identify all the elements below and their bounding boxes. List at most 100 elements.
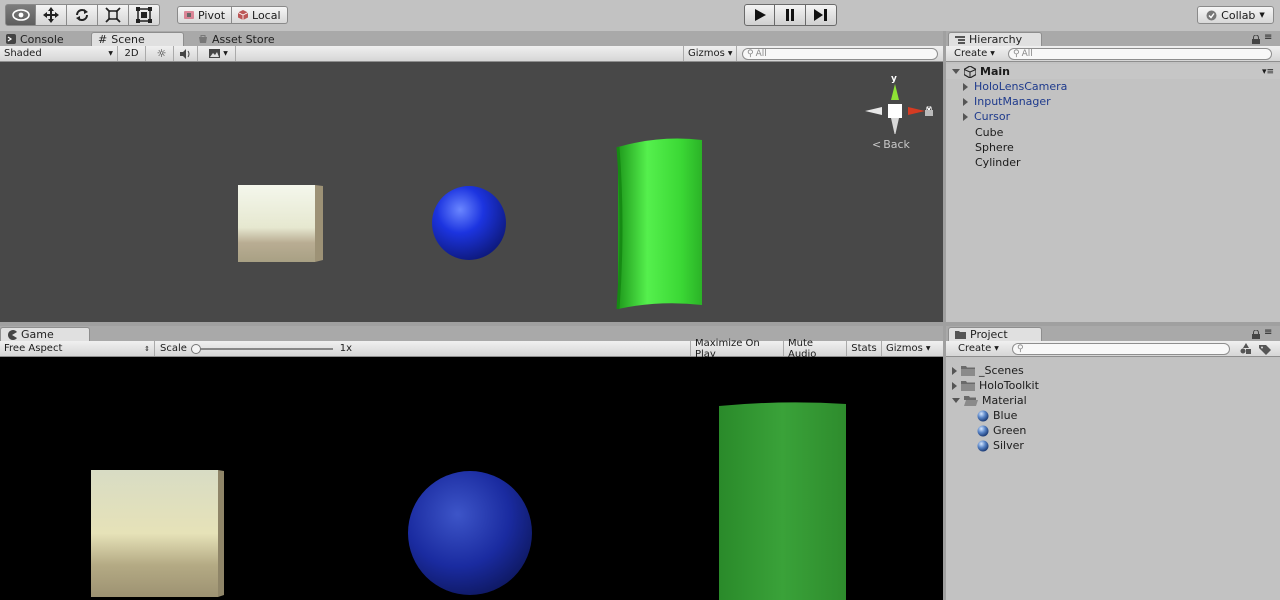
effects-dropdown[interactable]: ▼ (202, 46, 236, 61)
game-gizmos-dropdown[interactable]: Gizmos ▼ (882, 341, 943, 356)
scene-cylinder[interactable] (616, 138, 702, 310)
view-tool-button[interactable] (5, 4, 36, 26)
scene-panel: Console # Scene Asset Store Shaded ▼ 2D … (0, 31, 943, 322)
scene-viewport[interactable]: y x < Back (0, 62, 943, 322)
expand-triangle-icon[interactable] (963, 97, 968, 106)
hierarchy-create-label: Create (954, 48, 988, 59)
lock-icon[interactable] (1252, 35, 1260, 44)
project-tabstrip: Project ≡ (946, 326, 1280, 341)
shading-mode-dropdown[interactable]: Shaded ▼ (0, 46, 118, 61)
scale-icon (105, 7, 121, 23)
hierarchy-item[interactable]: Cursor (963, 109, 1010, 124)
tab-scene-label: Scene (111, 33, 145, 46)
local-cube-icon (238, 10, 249, 20)
project-folder-row[interactable]: Material (952, 393, 1027, 408)
main-toolbar: Pivot Local Collab ▼ (0, 0, 1280, 31)
filter-type-icon[interactable] (1240, 343, 1252, 355)
stats-toggle[interactable]: Stats (847, 341, 882, 356)
scene-options-icon[interactable]: ▾≡ (1262, 67, 1274, 77)
scale-slider-handle[interactable] (190, 343, 201, 354)
project-create-dropdown[interactable]: Create ▼ (954, 341, 1004, 356)
tab-console[interactable]: Console (0, 32, 70, 46)
unity-scene-icon (964, 65, 976, 78)
panel-menu-icon[interactable]: ≡ (1264, 327, 1272, 338)
filter-label-icon[interactable] (1259, 343, 1271, 355)
project-material-label: Silver (993, 439, 1024, 452)
project-material-row[interactable]: Silver (977, 438, 1024, 453)
hierarchy-item[interactable]: InputManager (963, 94, 1051, 109)
tab-game[interactable]: Game (0, 327, 90, 341)
tab-hierarchy-label: Hierarchy (969, 33, 1023, 46)
pivot-button[interactable]: Pivot (177, 6, 233, 24)
material-sphere-icon (977, 425, 989, 436)
hierarchy-item[interactable]: Cube (975, 125, 1003, 140)
lock-icon[interactable] (1252, 330, 1260, 339)
project-material-row[interactable]: Green (977, 423, 1026, 438)
tab-asset-store-label: Asset Store (212, 32, 275, 46)
audio-toggle-button[interactable] (174, 46, 198, 61)
scene-search-placeholder: All (755, 49, 767, 59)
step-button[interactable] (806, 4, 837, 26)
toggle-2d-button[interactable]: 2D (118, 46, 146, 61)
updown-icon: ⇕ (144, 344, 150, 353)
local-label: Local (252, 8, 281, 22)
sun-icon: ☼ (156, 47, 167, 60)
gizmo-back-button[interactable]: < Back (872, 138, 910, 151)
expand-triangle-icon[interactable] (952, 398, 960, 403)
rect-tool-button[interactable] (129, 4, 160, 26)
aspect-dropdown[interactable]: Free Aspect ⇕ (0, 341, 155, 356)
lighting-toggle-button[interactable]: ☼ (150, 46, 174, 61)
tab-asset-store[interactable]: Asset Store (192, 32, 281, 46)
scene-search-input[interactable]: ⚲ All (742, 48, 938, 60)
scene-sphere[interactable] (432, 186, 506, 260)
tab-project[interactable]: Project (948, 327, 1042, 341)
hierarchy-item[interactable]: HoloLensCamera (963, 79, 1067, 94)
eye-icon (11, 9, 30, 21)
project-folder-row[interactable]: _Scenes (952, 363, 1024, 378)
hierarchy-create-dropdown[interactable]: Create ▼ (950, 46, 1002, 61)
scale-tool-button[interactable] (98, 4, 129, 26)
project-search-input[interactable]: ⚲ (1012, 343, 1230, 355)
tab-hierarchy[interactable]: Hierarchy (948, 32, 1042, 46)
toggle-2d-label: 2D (124, 48, 139, 59)
maximize-on-play-toggle[interactable]: Maximize On Play (690, 338, 784, 360)
expand-triangle-icon[interactable] (952, 69, 960, 74)
panel-menu-icon[interactable]: ≡ (1264, 32, 1272, 43)
play-button[interactable] (744, 4, 775, 26)
gizmo-back-label: Back (883, 138, 910, 151)
rect-transform-icon (136, 7, 152, 23)
lock-icon[interactable] (925, 106, 933, 116)
orientation-gizmo[interactable]: y x < Back (860, 74, 935, 154)
axis-gizmo-graphic (865, 84, 925, 136)
scene-root-row[interactable]: Main ▾≡ (946, 64, 1280, 79)
scale-slider[interactable] (190, 343, 333, 354)
collab-button[interactable]: Collab ▼ (1197, 6, 1274, 24)
tab-scene[interactable]: # Scene (91, 32, 184, 46)
chevron-down-icon: ▼ (994, 345, 999, 352)
hierarchy-item[interactable]: Sphere (975, 140, 1014, 155)
chevron-down-icon: ▼ (223, 50, 228, 57)
scene-gizmos-dropdown[interactable]: Gizmos ▼ (683, 46, 737, 61)
expand-triangle-icon[interactable] (963, 112, 968, 121)
pivot-label: Pivot (198, 8, 226, 22)
hierarchy-item[interactable]: Cylinder (975, 155, 1021, 170)
scale-value: 1x (339, 343, 352, 354)
chevron-down-icon: ▼ (1259, 11, 1265, 19)
mute-audio-toggle[interactable]: Mute Audio (784, 338, 847, 360)
expand-triangle-icon[interactable] (963, 82, 968, 91)
rotate-tool-button[interactable] (67, 4, 98, 26)
move-tool-button[interactable] (36, 4, 67, 26)
game-panel: Game Free Aspect ⇕ Scale 1x Maximize On … (0, 326, 943, 600)
game-sphere (408, 471, 532, 595)
pause-button[interactable] (775, 4, 806, 26)
game-viewport[interactable] (0, 357, 943, 600)
scene-cube[interactable] (238, 185, 323, 262)
speaker-icon (179, 48, 189, 59)
project-folder-row[interactable]: HoloToolkit (952, 378, 1039, 393)
playback-controls (744, 4, 837, 26)
project-material-row[interactable]: Blue (977, 408, 1017, 423)
hierarchy-search-input[interactable]: ⚲ All (1008, 48, 1272, 60)
expand-triangle-icon[interactable] (952, 381, 957, 390)
local-button[interactable]: Local (232, 6, 288, 24)
expand-triangle-icon[interactable] (952, 366, 957, 375)
